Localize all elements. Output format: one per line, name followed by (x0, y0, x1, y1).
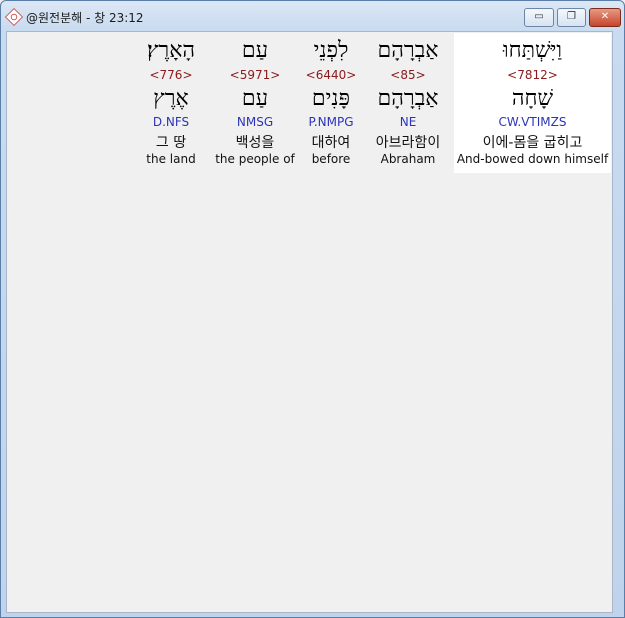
window-title: @원전분해 - 창 23:12 (26, 11, 144, 25)
english-gloss: before (311, 152, 351, 166)
hebrew-word: וַיִּשְׁתַּחוּ (502, 38, 563, 63)
parsing-code: CW.VTIMZS (498, 115, 567, 129)
korean-gloss: 이에-몸을 굽히고 (482, 135, 583, 151)
word-cell-5-selected[interactable]: וַיִּשְׁתַּחוּ <7812> שָׁחָה CW.VTIMZS 이… (454, 33, 611, 173)
english-gloss: Abraham (380, 152, 436, 166)
hebrew-word: הָאָרֶץ׃ (146, 38, 196, 63)
word-cell-1[interactable]: הָאָרֶץ׃ <776> אֶרֶץ D.NFS 그 땅 the land (136, 33, 206, 173)
strong-number[interactable]: <6440> (300, 68, 362, 82)
hebrew-root: אֶרֶץ (153, 86, 189, 111)
word-cell-2[interactable]: עַם <5971> עַם NMSG 백성을 the people of (213, 33, 297, 173)
english-gloss: And-bowed down himself (456, 152, 609, 166)
korean-gloss: 아브라함이 (375, 135, 441, 151)
strong-number[interactable]: <85> (365, 68, 451, 82)
korean-gloss: 그 땅 (155, 135, 187, 151)
parsing-code: NE (399, 115, 417, 129)
hebrew-word: לִפְנֵי (313, 38, 349, 63)
strong-number[interactable]: <5971> (213, 68, 297, 82)
strong-number[interactable]: <7812> (454, 68, 611, 82)
app-logo-icon[interactable] (4, 7, 24, 27)
maximize-button[interactable]: ❐ (557, 8, 586, 27)
title-bar[interactable]: @원전분해 - 창 23:12 ▭ ❐ ✕ (1, 1, 624, 31)
strong-number[interactable]: <776> (136, 68, 206, 82)
korean-gloss: 대하여 (311, 135, 351, 151)
hebrew-word: עַם (241, 38, 269, 63)
hebrew-word: אַבְרָהָם (377, 38, 439, 63)
minimize-button[interactable]: ▭ (524, 8, 554, 27)
hebrew-root: עַם (241, 86, 269, 111)
app-window: @원전분해 - 창 23:12 ▭ ❐ ✕ הָאָרֶץ׃ <776> אֶר… (0, 0, 625, 618)
hebrew-root: אַבְרָהָם (377, 86, 439, 111)
parsing-code: P.NMPG (308, 115, 354, 129)
hebrew-root: פָּנִים (311, 86, 351, 111)
interlinear-panel: הָאָרֶץ׃ <776> אֶרֶץ D.NFS 그 땅 the land … (6, 31, 613, 613)
word-cell-3[interactable]: לִפְנֵי <6440> פָּנִים P.NMPG 대하여 before (300, 33, 362, 173)
hebrew-root: שָׁחָה (511, 86, 554, 111)
english-gloss: the people of (215, 152, 295, 166)
word-cell-4[interactable]: אַבְרָהָם <85> אַבְרָהָם NE 아브라함이 Abraha… (365, 33, 451, 173)
parsing-code: D.NFS (152, 115, 190, 129)
korean-gloss: 백성을 (235, 135, 275, 151)
parsing-code: NMSG (236, 115, 274, 129)
english-gloss: the land (146, 152, 196, 166)
close-button[interactable]: ✕ (589, 8, 621, 27)
